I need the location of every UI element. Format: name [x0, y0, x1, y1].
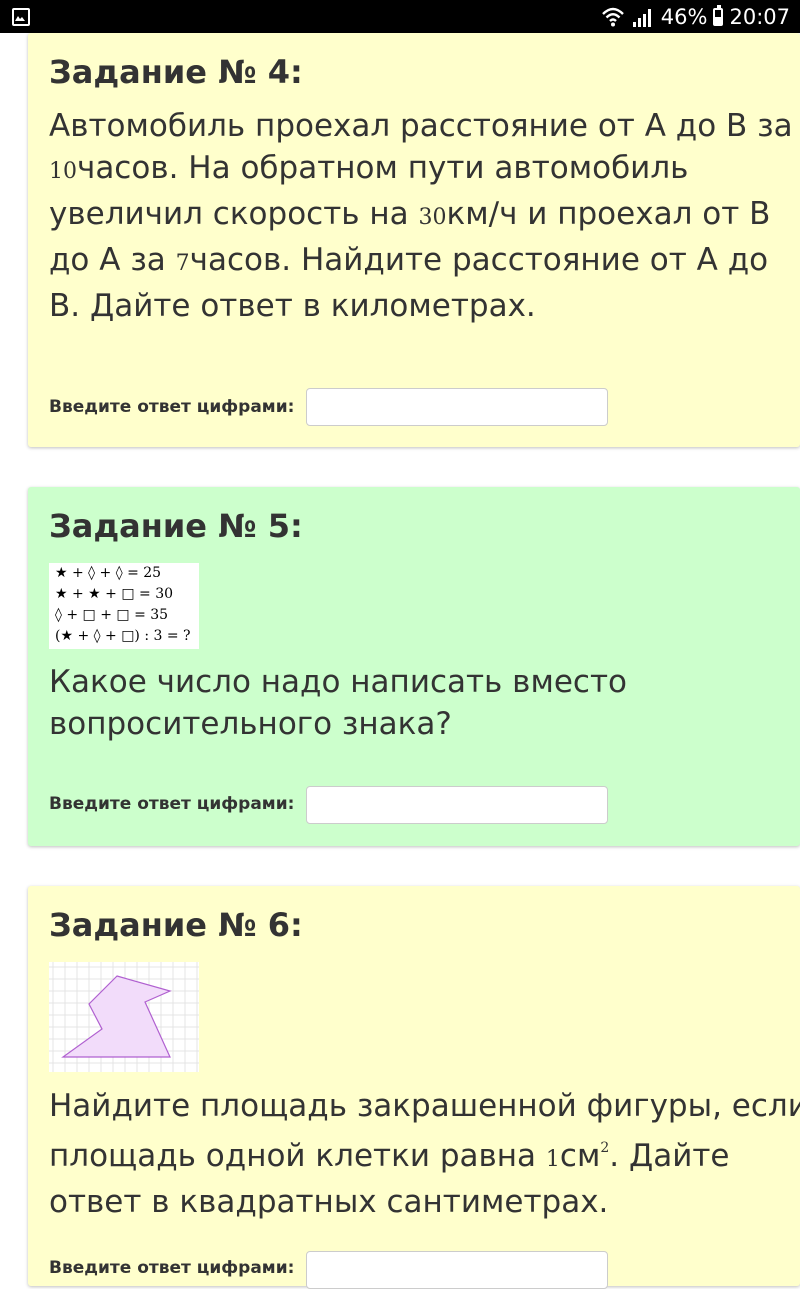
- equation-line: ◊ + □ + □ = 35: [55, 607, 169, 623]
- grid-figure: [49, 962, 199, 1072]
- answer-label: Введите ответ цифрами:: [49, 794, 295, 814]
- answer-input[interactable]: [306, 786, 608, 824]
- gallery-notification-icon: [12, 8, 30, 26]
- answer-label: Введите ответ цифрами:: [49, 397, 295, 417]
- equation-line: ★ + ★ + □ = 30: [55, 586, 174, 602]
- equation-line: ★ + ◊ + ◊ = 25: [55, 565, 162, 581]
- task-card-4: Задание № 4: Автомобиль проехал расстоян…: [28, 33, 800, 447]
- shaded-figure-image: [49, 962, 199, 1072]
- shaded-polygon: [61, 975, 172, 1058]
- task-card-6: Задание № 6: Найдите площадь закрашенной…: [28, 886, 800, 1289]
- task-card-5: Задание № 5: ★ + ◊ + ◊ = 25 ★ + ★ + □ = …: [28, 487, 800, 846]
- signal-icon: [632, 8, 651, 27]
- equation-line: (★ + ◊ + □) : 3 = ?: [55, 628, 191, 644]
- answer-input[interactable]: [306, 1251, 608, 1289]
- task-text: Найдите площадь закрашенной фигуры, если…: [49, 1088, 800, 1220]
- status-bar: 46% 20:07: [0, 0, 800, 33]
- task-title: Задание № 4:: [49, 53, 303, 91]
- equations-image: ★ + ◊ + ◊ = 25 ★ + ★ + □ = 30 ◊ + □ + □ …: [49, 563, 199, 649]
- task-text: Какое число надо написать вместо вопроси…: [49, 664, 627, 742]
- battery-icon: [713, 4, 724, 26]
- answer-label: Введите ответ цифрами:: [49, 1258, 295, 1278]
- battery-percent: 46%: [660, 4, 708, 29]
- task-title: Задание № 5:: [49, 507, 303, 545]
- task-title: Задание № 6:: [49, 906, 303, 944]
- task-text: Автомобиль проехал расстояние от А до В …: [49, 108, 793, 324]
- clock: 20:07: [729, 4, 790, 29]
- wifi-icon: [601, 7, 624, 26]
- answer-input[interactable]: [306, 388, 608, 426]
